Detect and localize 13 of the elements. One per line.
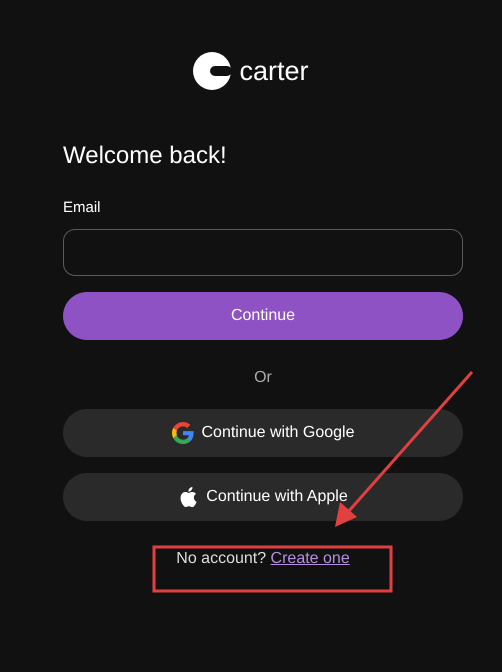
google-icon	[172, 422, 194, 444]
signup-prompt: No account?	[176, 550, 268, 568]
logo-text: carter	[239, 58, 309, 84]
apple-signin-button[interactable]: Continue with Apple	[63, 473, 463, 522]
or-divider-text: Or	[253, 368, 273, 388]
continue-button[interactable]: Continue	[63, 292, 463, 340]
google-signin-button[interactable]: Continue with Google	[63, 409, 463, 458]
email-label: Email	[63, 198, 102, 218]
heading: Welcome back!	[63, 142, 228, 171]
apple-icon	[178, 486, 198, 508]
logo-icon	[193, 52, 232, 90]
create-account-link[interactable]: Create one	[270, 550, 350, 568]
email-field[interactable]	[63, 229, 463, 276]
